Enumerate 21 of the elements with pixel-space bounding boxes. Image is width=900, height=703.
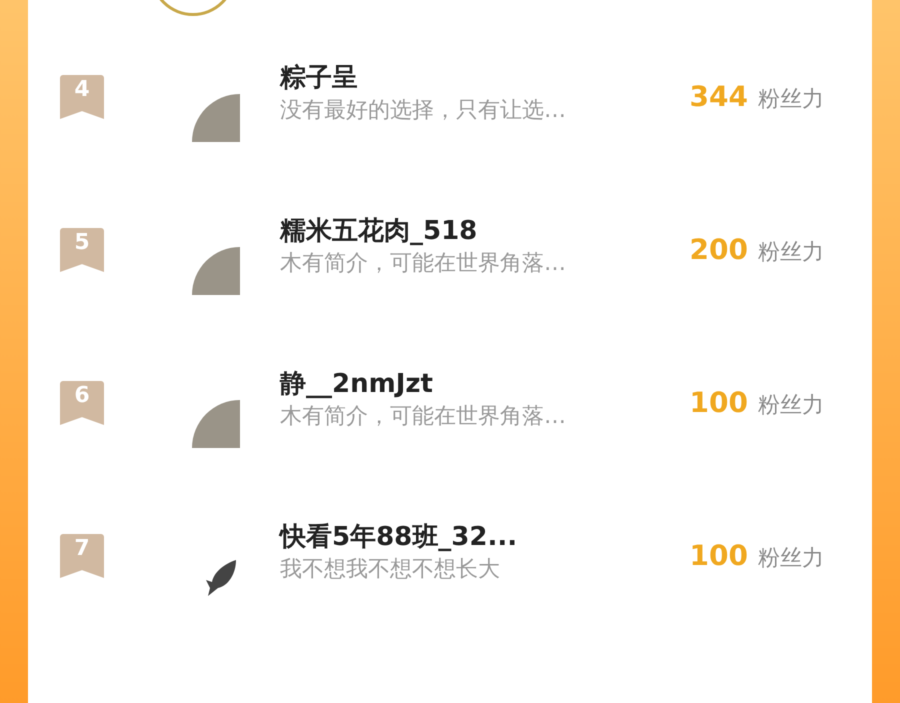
score-unit: 粉丝力 xyxy=(758,392,824,420)
fan-score: 200 xyxy=(690,233,748,266)
user-name[interactable]: 糯米五花肉_518 xyxy=(280,214,660,248)
user-name[interactable]: 快看5年88班_32... xyxy=(280,520,660,554)
score-unit: 粉丝力 xyxy=(758,86,824,114)
user-name[interactable]: 静__2nmJzt xyxy=(280,367,660,401)
score-unit: 粉丝力 xyxy=(758,545,824,573)
rank-badge: 4 xyxy=(60,75,104,119)
user-bio: 我不想我不想不想长大 xyxy=(280,556,501,584)
rank-badge: 6 xyxy=(60,381,104,425)
user-bio: 没有最好的选择，只有让选… xyxy=(280,97,567,125)
user-bio: 木有简介，可能在世界角落… xyxy=(280,403,567,431)
score-unit: 粉丝力 xyxy=(758,239,824,267)
fan-score: 344 xyxy=(690,80,748,113)
fish-icon[interactable] xyxy=(206,558,238,598)
rank-badge: 5 xyxy=(60,228,104,272)
fan-score: 100 xyxy=(690,539,748,572)
rank-badge: 7 xyxy=(60,534,104,578)
user-name[interactable]: 粽子呈 xyxy=(280,61,660,95)
fan-score: 100 xyxy=(690,386,748,419)
user-bio: 木有简介，可能在世界角落… xyxy=(280,250,567,278)
